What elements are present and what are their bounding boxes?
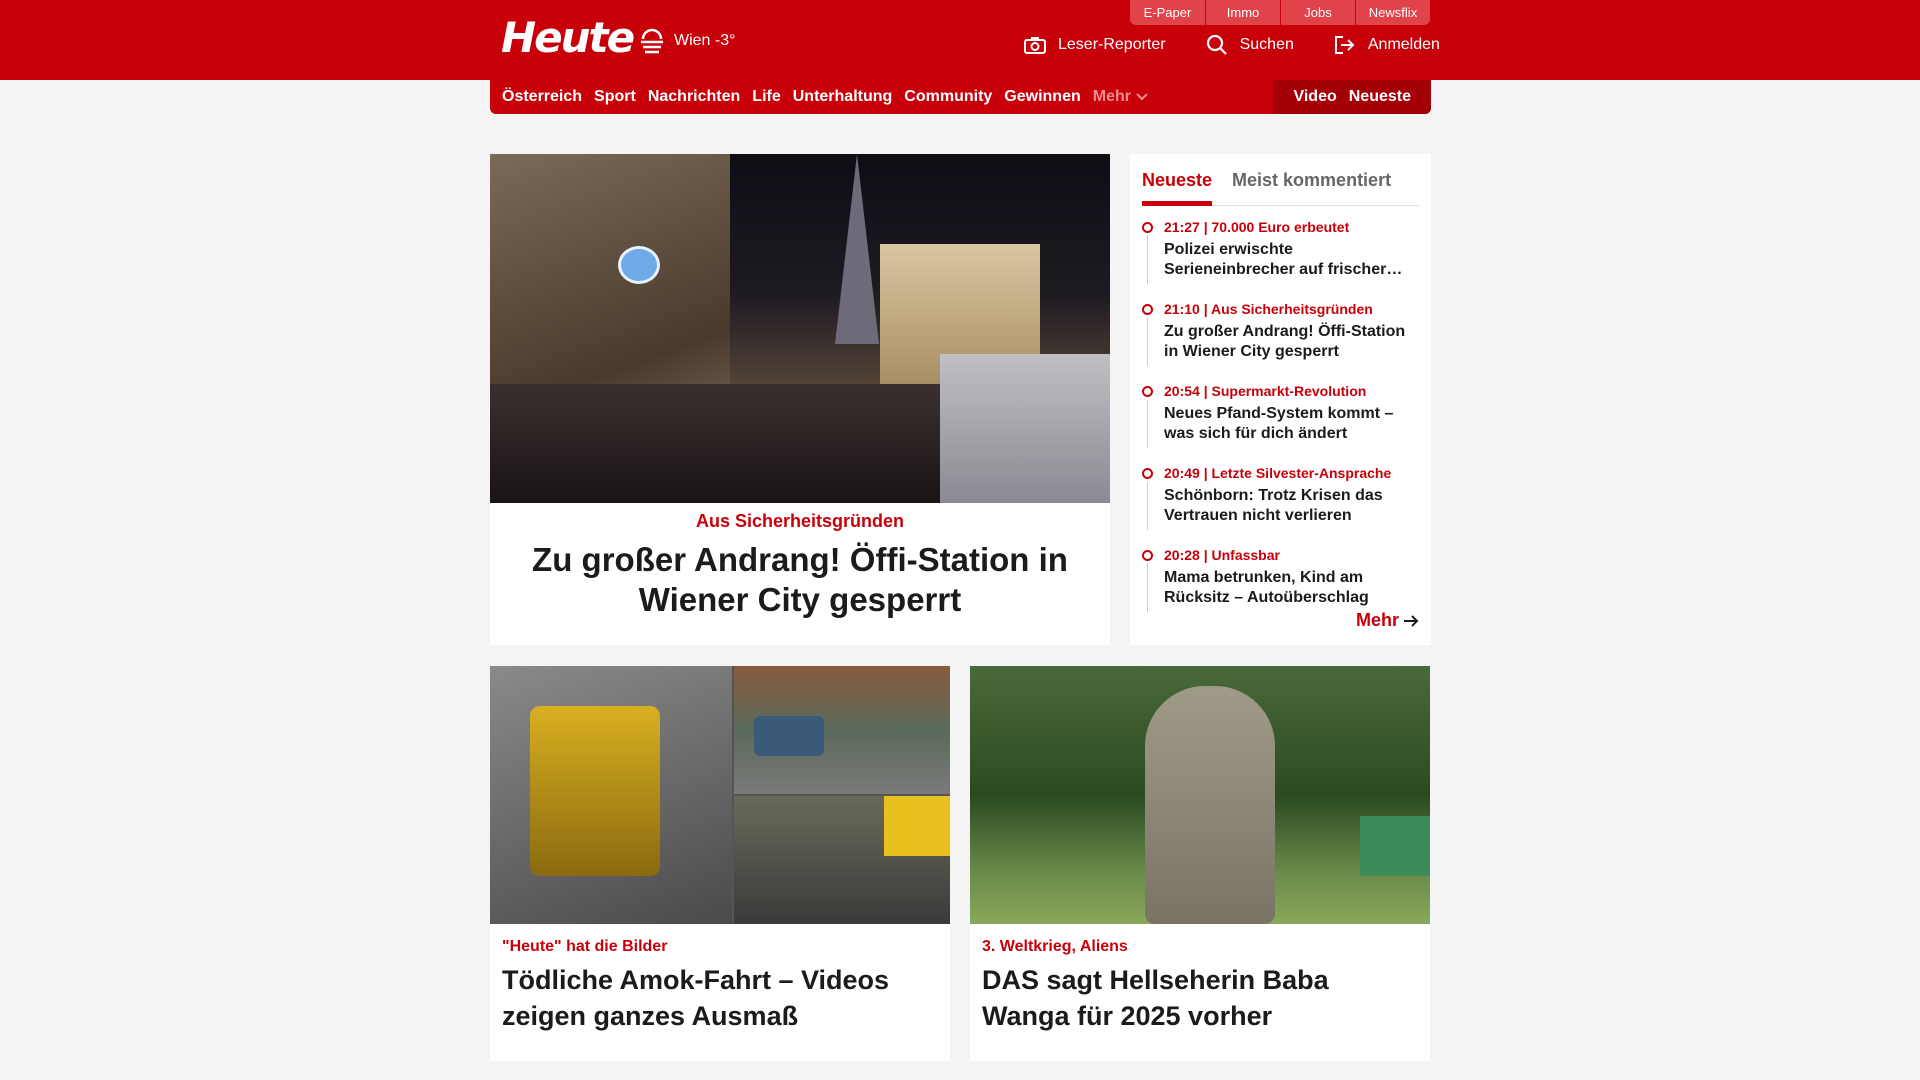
article-card[interactable]: 3. Weltkrieg, Aliens DAS sagt Hellseheri… [970,666,1430,1061]
ticker-title: Polizei erwischte Serieneinbrecher auf f… [1164,241,1403,278]
nav-right-group: Video Neueste [1273,80,1431,114]
nav-item-gewinnen[interactable]: Gewinnen [1004,88,1080,106]
ticker-meta: 21:10 | Aus Sicherheitsgründen [1164,301,1373,317]
timeline-dot-icon [1142,386,1153,397]
ticker-title: Mama betrunken, Kind am Rücksitz – Autoü… [1164,569,1369,606]
top-link-immo[interactable]: Immo [1205,0,1280,25]
search-icon [1206,34,1227,55]
leser-reporter-label: Leser-Reporter [1058,36,1166,53]
u-bahn-sign [618,246,660,284]
weather-label: Wien -3° [674,32,736,49]
nav-more-dropdown[interactable]: Mehr [1093,88,1149,106]
article-image [970,666,1430,924]
news-ticker-sidebar: Neueste Meist kommentiert 21:27 | 70.000… [1130,154,1431,645]
article-card[interactable]: "Heute" hat die Bilder Tödliche Amok-Fah… [490,666,950,1061]
login-label: Anmelden [1367,36,1440,53]
ticker-item[interactable]: 20:28 | Unfassbar Mama betrunken, Kind a… [1142,546,1419,612]
tab-meist-kommentiert[interactable]: Meist kommentiert [1232,170,1391,206]
ticker-meta: 20:49 | Letzte Silvester-Ansprache [1164,465,1392,481]
login-icon [1334,36,1355,54]
sidebar-more-link[interactable]: Mehr [1356,610,1419,631]
nav-item-life[interactable]: Life [752,88,780,106]
leser-reporter-button[interactable]: Leser-Reporter [1024,36,1166,54]
hero-image [490,154,1110,503]
nav-item-unterhaltung[interactable]: Unterhaltung [793,88,893,106]
nav-item-nachrichten[interactable]: Nachrichten [648,88,740,106]
ticker-list: 21:27 | 70.000 Euro erbeutet Polizei erw… [1142,218,1419,612]
timeline-dot-icon [1142,222,1153,233]
tab-neueste[interactable]: Neueste [1142,170,1213,206]
hero-article[interactable]: Aus Sicherheitsgründen Zu großer Andrang… [490,154,1110,645]
arrow-right-icon [1404,614,1419,627]
sidebar-tabs: Neueste Meist kommentiert [1142,162,1419,206]
ticker-meta: 21:27 | 70.000 Euro erbeutet [1164,219,1350,235]
article-title: DAS sagt Hellseherin Baba Wanga für 2025… [982,965,1329,1031]
ticker-item[interactable]: 20:49 | Letzte Silvester-Ansprache Schön… [1142,464,1419,530]
camera-icon [1024,37,1046,54]
weather-widget[interactable]: Wien -3° [638,26,736,56]
top-link-epaper[interactable]: E-Paper [1130,0,1205,25]
search-button[interactable]: Suchen [1206,34,1294,56]
ticker-meta: 20:54 | Supermarkt-Revolution [1164,383,1367,399]
cloud-fog-icon [641,28,663,54]
nav-item-community[interactable]: Community [904,88,992,106]
article-image [490,666,950,924]
ticker-meta: 20:28 | Unfassbar [1164,547,1280,563]
login-button[interactable]: Anmelden [1334,35,1440,55]
timeline-dot-icon [1142,304,1153,315]
ticker-title: Schönborn: Trotz Krisen das Vertrauen ni… [1164,487,1383,524]
top-link-jobs[interactable]: Jobs [1280,0,1355,25]
main-nav: Österreich Sport Nachrichten Life Unterh… [490,80,1431,114]
ticker-item[interactable]: 21:27 | 70.000 Euro erbeutet Polizei erw… [1142,218,1419,284]
nav-item-video[interactable]: Video [1293,88,1336,106]
article-kicker: 3. Weltkrieg, Aliens [982,938,1128,955]
chevron-down-icon [1136,93,1148,101]
site-logo[interactable]: Heute [501,14,635,62]
ticker-title: Zu großer Andrang! Öffi-Station in Wiene… [1164,323,1406,360]
ticker-item[interactable]: 20:54 | Supermarkt-Revolution Neues Pfan… [1142,382,1419,448]
hero-title: Zu großer Andrang! Öffi-Station in Wiene… [532,541,1068,618]
nav-item-oesterreich[interactable]: Österreich [502,88,582,106]
nav-item-sport[interactable]: Sport [594,88,636,106]
nav-item-neueste[interactable]: Neueste [1349,88,1411,106]
timeline-dot-icon [1142,550,1153,561]
article-kicker: "Heute" hat die Bilder [502,938,668,955]
top-header: E-Paper Immo Jobs Newsflix Heute Wien -3… [0,0,1920,80]
top-link-newsflix[interactable]: Newsflix [1355,0,1430,25]
nav-more-label: Mehr [1092,88,1131,105]
ticker-item[interactable]: 21:10 | Aus Sicherheitsgründen Zu großer… [1142,300,1419,366]
top-links: E-Paper Immo Jobs Newsflix [1130,0,1430,25]
hero-kicker: Aus Sicherheitsgründen [695,511,905,531]
sidebar-more-label: Mehr [1355,610,1399,630]
search-label: Suchen [1239,36,1294,53]
article-title: Tödliche Amok-Fahrt – Videos zeigen ganz… [502,965,890,1031]
header-actions: Leser-Reporter Suchen Anmelden [1024,34,1440,56]
timeline-dot-icon [1142,468,1153,479]
ticker-title: Neues Pfand-System kommt – was sich für … [1164,405,1394,442]
